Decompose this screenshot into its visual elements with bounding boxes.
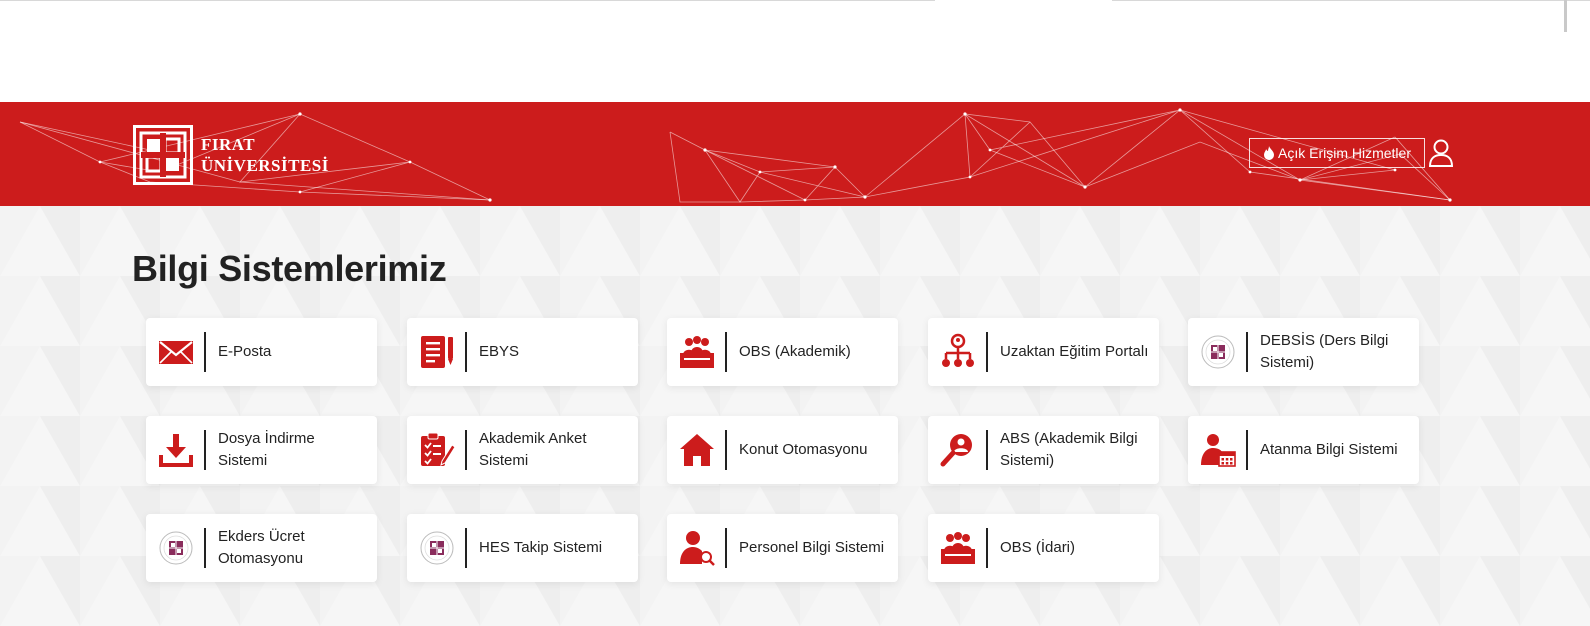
scrollbar[interactable]	[1564, 0, 1567, 32]
logo-line-1: FIRAT	[201, 135, 256, 154]
card-divider	[465, 528, 467, 568]
system-card-label: HES Takip Sistemi	[479, 539, 603, 556]
card-divider	[1246, 430, 1248, 470]
university-seal-icon	[156, 528, 196, 568]
download-icon	[156, 430, 196, 470]
system-card-label: Ekders Ücret Otomasyonu	[218, 528, 305, 567]
card-divider	[725, 430, 727, 470]
system-card-label: Personel Bilgi Sistemi	[739, 539, 885, 556]
system-card-label: DEBSİS (Ders Bilgi Sistemi)	[1260, 332, 1389, 371]
logo-line-2: ÜNİVERSİTESİ	[201, 156, 329, 175]
system-card[interactable]: Ekders Ücret Otomasyonu	[146, 514, 377, 582]
system-card[interactable]: DEBSİS (Ders Bilgi Sistemi)	[1188, 318, 1419, 386]
card-divider	[725, 528, 727, 568]
mail-icon	[156, 332, 196, 372]
network-users-icon	[938, 332, 978, 372]
university-seal-icon	[417, 528, 457, 568]
system-card-label: Uzaktan Eğitim Portalı	[1000, 343, 1149, 360]
system-card[interactable]: Konut Otomasyonu	[667, 416, 898, 484]
card-divider	[986, 528, 988, 568]
user-calendar-icon	[1198, 430, 1238, 470]
user-search-icon	[938, 430, 978, 470]
system-card-label: Konut Otomasyonu	[739, 441, 868, 458]
open-access-button[interactable]: Açık Erişim Hizmetler	[1249, 138, 1425, 168]
top-border-right	[1112, 0, 1590, 1]
system-card-label: ABS (Akademik Bilgi Sistemi)	[1000, 430, 1138, 469]
home-icon	[677, 430, 717, 470]
card-divider	[204, 430, 206, 470]
system-card[interactable]: E-Posta	[146, 318, 377, 386]
logo-text: FIRAT ÜNİVERSİTESİ	[201, 134, 329, 176]
card-divider	[1246, 332, 1248, 372]
audience-icon	[938, 528, 978, 568]
top-border-left	[0, 0, 935, 1]
system-card-label: Atanma Bilgi Sistemi	[1260, 441, 1398, 458]
system-card[interactable]: HES Takip Sistemi	[407, 514, 638, 582]
system-card[interactable]: Uzaktan Eğitim Portalı	[928, 318, 1159, 386]
main-content: Bilgi Sistemlerimiz E-Posta EBYS OBS (Akad…	[0, 206, 1590, 626]
card-divider	[204, 528, 206, 568]
checklist-icon	[417, 430, 457, 470]
top-white-bar	[0, 0, 1590, 102]
user-icon[interactable]	[1428, 139, 1454, 167]
system-card-label: OBS (İdari)	[1000, 539, 1076, 556]
system-card[interactable]: Atanma Bilgi Sistemi	[1188, 416, 1419, 484]
system-card[interactable]: ABS (Akademik Bilgi Sistemi)	[928, 416, 1159, 484]
card-divider	[725, 332, 727, 372]
open-access-label: Açık Erişim Hizmetler	[1277, 145, 1411, 161]
card-divider	[986, 430, 988, 470]
person-search-icon	[677, 528, 717, 568]
university-seal-icon	[1198, 332, 1238, 372]
system-card[interactable]: Dosya İndirme Sistemi	[146, 416, 377, 484]
university-logo[interactable]: FIRAT ÜNİVERSİTESİ	[133, 124, 329, 186]
document-icon	[417, 332, 457, 372]
system-card[interactable]: OBS (İdari)	[928, 514, 1159, 582]
system-card-label: EBYS	[479, 343, 520, 360]
system-card[interactable]: OBS (Akademik)	[667, 318, 898, 386]
system-card-label: E-Posta	[218, 343, 272, 360]
logo-emblem-icon	[133, 125, 193, 185]
system-card-label: Dosya İndirme Sistemi	[218, 430, 315, 469]
card-divider	[986, 332, 988, 372]
fire-icon	[1263, 146, 1274, 160]
card-divider	[465, 332, 467, 372]
system-card[interactable]: Akademik Anket Sistemi	[407, 416, 638, 484]
page-title: Bilgi Sistemlerimiz	[132, 248, 447, 289]
system-card-label: Akademik Anket Sistemi	[479, 430, 587, 469]
system-card[interactable]: EBYS	[407, 318, 638, 386]
system-card-label: OBS (Akademik)	[739, 343, 851, 360]
card-divider	[204, 332, 206, 372]
system-card[interactable]: Personel Bilgi Sistemi	[667, 514, 898, 582]
audience-icon	[677, 332, 717, 372]
card-divider	[465, 430, 467, 470]
